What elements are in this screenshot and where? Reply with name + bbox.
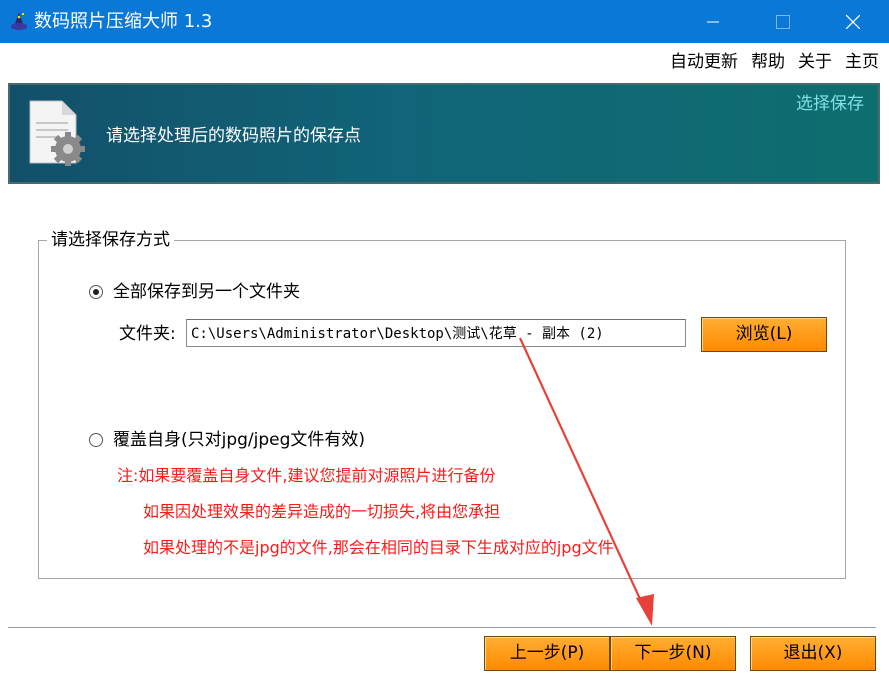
step-banner: 请选择处理后的数码照片的保存点 选择保存 xyxy=(8,83,880,184)
prev-step-button[interactable]: 上一步(P) xyxy=(484,636,610,671)
wizard-app-icon xyxy=(11,12,27,30)
folder-label: 文件夹: xyxy=(119,324,176,344)
radio-save-to-folder-label: 全部保存到另一个文件夹 xyxy=(113,282,300,302)
maximize-icon xyxy=(776,14,790,29)
radio-overwrite-self-label: 覆盖自身(只对jpg/jpeg文件有效) xyxy=(113,430,366,450)
document-gear-icon xyxy=(29,100,85,166)
menu-bar: 自动更新 帮助 关于 主页 xyxy=(657,50,879,74)
note-non-jpg: 如果处理的不是jpg的文件,那会在相同的目录下生成对应的jpg文件 xyxy=(143,538,614,557)
banner-step-name: 选择保存 xyxy=(796,94,864,114)
close-button[interactable] xyxy=(830,0,876,43)
menu-about[interactable]: 关于 xyxy=(798,50,832,74)
radio-overwrite-self[interactable]: 覆盖自身(只对jpg/jpeg文件有效) xyxy=(89,429,365,451)
folder-path-input[interactable] xyxy=(186,319,686,347)
save-method-group: 请选择保存方式 全部保存到另一个文件夹 文件夹: 浏览(L) 覆盖自身(只对jp… xyxy=(38,229,846,579)
exit-button[interactable]: 退出(X) xyxy=(750,636,876,671)
window-title: 数码照片压缩大师 1.3 xyxy=(34,11,213,32)
maximize-button[interactable] xyxy=(760,0,806,43)
radio-save-to-folder[interactable]: 全部保存到另一个文件夹 xyxy=(89,281,300,303)
title-bar: 数码照片压缩大师 1.3 xyxy=(0,0,889,43)
radio-button-unchecked[interactable] xyxy=(89,433,103,447)
menu-homepage[interactable]: 主页 xyxy=(845,50,879,74)
radio-button-checked[interactable] xyxy=(89,285,103,299)
minimize-icon xyxy=(707,21,719,22)
banner-tagline: 请选择处理后的数码照片的保存点 xyxy=(106,126,361,146)
note-liability: 如果因处理效果的差异造成的一切损失,将由您承担 xyxy=(143,502,501,521)
group-legend: 请选择保存方式 xyxy=(47,229,174,251)
menu-auto-update[interactable]: 自动更新 xyxy=(670,50,738,74)
next-step-button[interactable]: 下一步(N) xyxy=(610,636,736,671)
note-backup: 注:如果要覆盖自身文件,建议您提前对源照片进行备份 xyxy=(117,466,496,485)
browse-button[interactable]: 浏览(L) xyxy=(701,317,827,352)
menu-help[interactable]: 帮助 xyxy=(751,50,785,74)
footer-divider xyxy=(8,627,876,628)
minimize-button[interactable] xyxy=(690,0,736,43)
close-icon xyxy=(846,14,860,29)
